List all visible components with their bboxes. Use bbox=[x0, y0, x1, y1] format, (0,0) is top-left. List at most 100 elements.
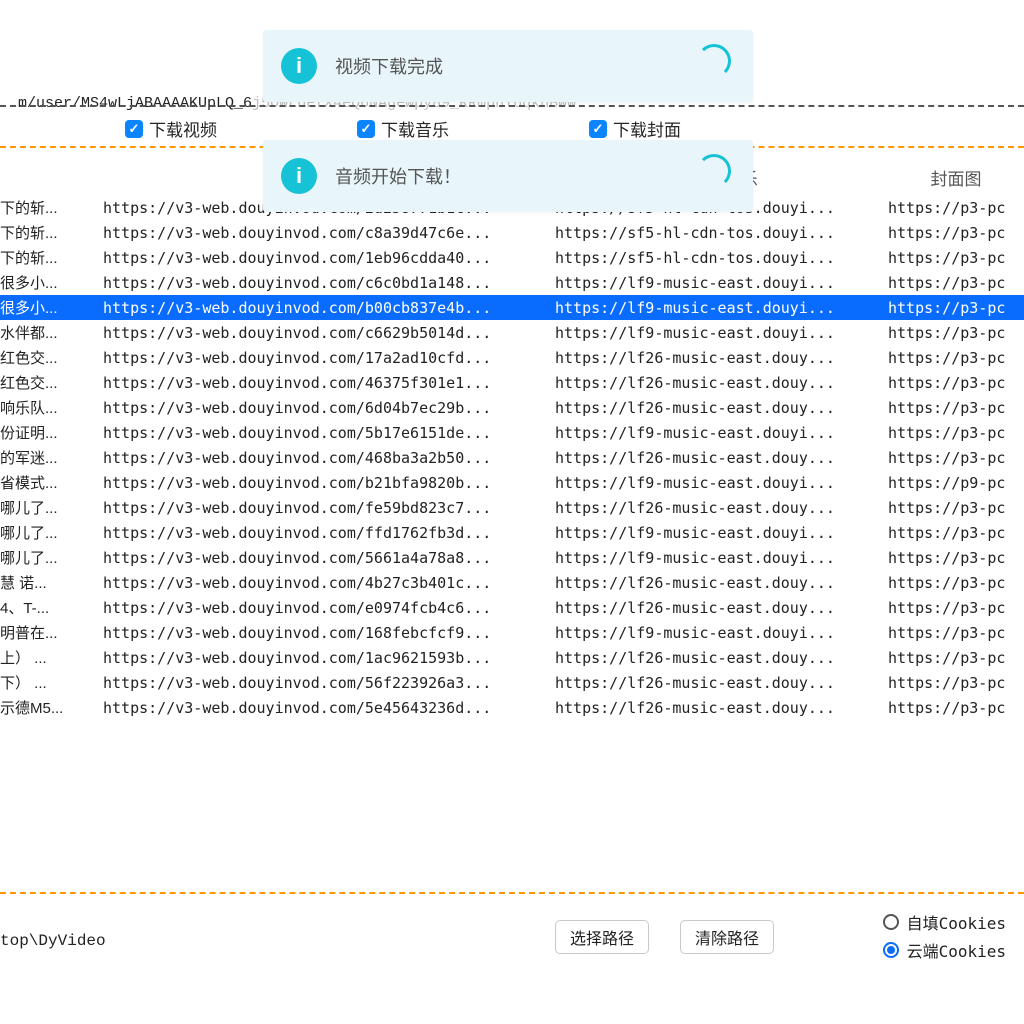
cell-title: 红色交... bbox=[0, 347, 103, 368]
table-row[interactable]: 的军迷...https://v3-web.douyinvod.com/468ba… bbox=[0, 445, 1024, 470]
table-row[interactable]: 4、T-...https://v3-web.douyinvod.com/e097… bbox=[0, 595, 1024, 620]
radio-cloud-cookies[interactable]: 云端Cookies bbox=[883, 936, 1006, 964]
table-row[interactable]: 明普在...https://v3-web.douyinvod.com/168fe… bbox=[0, 620, 1024, 645]
table-row[interactable]: 下的斩...https://v3-web.douyinvod.com/1eb96… bbox=[0, 245, 1024, 270]
table-row[interactable]: 哪儿了...https://v3-web.douyinvod.com/5661a… bbox=[0, 545, 1024, 570]
table-row[interactable]: 下） ...https://v3-web.douyinvod.com/56f22… bbox=[0, 670, 1024, 695]
cell-video-url: https://v3-web.douyinvod.com/56f223926a3… bbox=[103, 674, 555, 692]
cell-cover-url: https://p3-pc bbox=[888, 249, 1024, 267]
cell-video-url: https://v3-web.douyinvod.com/b21bfa9820b… bbox=[103, 474, 555, 492]
table-row[interactable]: 水伴都...https://v3-web.douyinvod.com/c6629… bbox=[0, 320, 1024, 345]
cell-cover-url: https://p3-pc bbox=[888, 549, 1024, 567]
cell-title: 下的斩... bbox=[0, 247, 103, 268]
table-row[interactable]: 示德M5...https://v3-web.douyinvod.com/5e45… bbox=[0, 695, 1024, 720]
cell-audio-url: https://lf26-music-east.douy... bbox=[555, 674, 888, 692]
table-row[interactable]: 份证明...https://v3-web.douyinvod.com/5b17e… bbox=[0, 420, 1024, 445]
cell-audio-url: https://sf5-hl-cdn-tos.douyi... bbox=[555, 249, 888, 267]
cell-cover-url: https://p3-pc bbox=[888, 399, 1024, 417]
cell-video-url: https://v3-web.douyinvod.com/1eb96cdda40… bbox=[103, 249, 555, 267]
cell-video-url: https://v3-web.douyinvod.com/17a2ad10cfd… bbox=[103, 349, 555, 367]
toast-video-done: i 视频下载完成 bbox=[263, 30, 753, 102]
clear-path-button[interactable]: 清除路径 bbox=[680, 920, 774, 954]
cell-title: 的军迷... bbox=[0, 447, 103, 468]
cell-title: 哪儿了... bbox=[0, 547, 103, 568]
table-row[interactable]: 响乐队...https://v3-web.douyinvod.com/6d04b… bbox=[0, 395, 1024, 420]
header-cover: 封面图 bbox=[888, 165, 1024, 190]
cell-title: 4、T-... bbox=[0, 597, 103, 618]
cell-video-url: https://v3-web.douyinvod.com/fe59bd823c7… bbox=[103, 499, 555, 517]
table-row[interactable]: 下的斩...https://v3-web.douyinvod.com/c8a39… bbox=[0, 220, 1024, 245]
cell-title: 示德M5... bbox=[0, 697, 103, 718]
cell-video-url: https://v3-web.douyinvod.com/168febcfcf9… bbox=[103, 624, 555, 642]
cell-title: 哪儿了... bbox=[0, 522, 103, 543]
table-row[interactable]: 慧 诺...https://v3-web.douyinvod.com/4b27c… bbox=[0, 570, 1024, 595]
cell-audio-url: https://lf9-music-east.douyi... bbox=[555, 324, 888, 342]
table-body: 下的斩...https://v3-web.douyinvod.com/2d258… bbox=[0, 195, 1024, 720]
cell-cover-url: https://p3-pc bbox=[888, 424, 1024, 442]
cell-cover-url: https://p3-pc bbox=[888, 524, 1024, 542]
checkbox-icon: ✓ bbox=[125, 120, 143, 138]
cell-title: 很多小... bbox=[0, 297, 103, 318]
toast-audio-start: i 音频开始下载！ bbox=[263, 140, 753, 212]
cell-cover-url: https://p3-pc bbox=[888, 274, 1024, 292]
table-row[interactable]: 上） ...https://v3-web.douyinvod.com/1ac96… bbox=[0, 645, 1024, 670]
radio-custom-cookies[interactable]: 自填Cookies bbox=[883, 908, 1006, 936]
table-row[interactable]: 很多小...https://v3-web.douyinvod.com/c6c0b… bbox=[0, 270, 1024, 295]
cell-cover-url: https://p3-pc bbox=[888, 574, 1024, 592]
cell-title: 明普在... bbox=[0, 622, 103, 643]
cell-title: 哪儿了... bbox=[0, 497, 103, 518]
cell-video-url: https://v3-web.douyinvod.com/b00cb837e4b… bbox=[103, 299, 555, 317]
cell-audio-url: https://lf26-music-east.douy... bbox=[555, 499, 888, 517]
select-path-button[interactable]: 选择路径 bbox=[555, 920, 649, 954]
cell-title: 下） ... bbox=[0, 672, 103, 693]
cell-video-url: https://v3-web.douyinvod.com/c8a39d47c6e… bbox=[103, 224, 555, 242]
cell-audio-url: https://lf9-music-east.douyi... bbox=[555, 474, 888, 492]
toast-text: 音频开始下载！ bbox=[335, 163, 461, 189]
radio-on-icon bbox=[883, 942, 899, 958]
divider-top bbox=[0, 105, 1024, 107]
cell-audio-url: https://lf26-music-east.douy... bbox=[555, 399, 888, 417]
cell-cover-url: https://p3-pc bbox=[888, 599, 1024, 617]
cell-title: 上） ... bbox=[0, 647, 103, 668]
table-row[interactable]: 红色交...https://v3-web.douyinvod.com/17a2a… bbox=[0, 345, 1024, 370]
cell-title: 省模式... bbox=[0, 472, 103, 493]
cell-video-url: https://v3-web.douyinvod.com/1ac9621593b… bbox=[103, 649, 555, 667]
cell-title: 慧 诺... bbox=[0, 572, 103, 593]
check-download-video[interactable]: ✓下载视频 bbox=[125, 116, 217, 141]
cell-video-url: https://v3-web.douyinvod.com/468ba3a2b50… bbox=[103, 449, 555, 467]
cell-cover-url: https://p3-pc bbox=[888, 449, 1024, 467]
cell-video-url: https://v3-web.douyinvod.com/c6c0bd1a148… bbox=[103, 274, 555, 292]
table-row[interactable]: 省模式...https://v3-web.douyinvod.com/b21bf… bbox=[0, 470, 1024, 495]
cell-cover-url: https://p3-pc bbox=[888, 324, 1024, 342]
radio-off-icon bbox=[883, 914, 899, 930]
check-download-cover[interactable]: ✓下载封面 bbox=[589, 116, 681, 141]
table-row[interactable]: 哪儿了...https://v3-web.douyinvod.com/ffd17… bbox=[0, 520, 1024, 545]
bottom-panel: top\DyVideo 选择路径 清除路径 自填Cookies 云端Cookie… bbox=[0, 894, 1024, 974]
cell-audio-url: https://lf26-music-east.douy... bbox=[555, 699, 888, 717]
table-row[interactable]: 很多小...https://v3-web.douyinvod.com/b00cb… bbox=[0, 295, 1024, 320]
cell-audio-url: https://lf26-music-east.douy... bbox=[555, 599, 888, 617]
cell-cover-url: https://p3-pc bbox=[888, 699, 1024, 717]
download-options: ✓下载视频 ✓下载音乐 ✓下载封面 bbox=[0, 116, 1024, 141]
cell-title: 红色交... bbox=[0, 372, 103, 393]
spinner-icon bbox=[697, 44, 731, 78]
cell-video-url: https://v3-web.douyinvod.com/c6629b5014d… bbox=[103, 324, 555, 342]
check-download-music[interactable]: ✓下载音乐 bbox=[357, 116, 449, 141]
cell-audio-url: https://sf5-hl-cdn-tos.douyi... bbox=[555, 224, 888, 242]
info-icon: i bbox=[281, 48, 317, 84]
cell-video-url: https://v3-web.douyinvod.com/5661a4a78a8… bbox=[103, 549, 555, 567]
cell-cover-url: https://p3-pc bbox=[888, 224, 1024, 242]
cell-title: 下的斩... bbox=[0, 197, 103, 218]
cell-cover-url: https://p3-pc bbox=[888, 349, 1024, 367]
checkbox-icon: ✓ bbox=[357, 120, 375, 138]
table-row[interactable]: 哪儿了...https://v3-web.douyinvod.com/fe59b… bbox=[0, 495, 1024, 520]
cell-cover-url: https://p3-pc bbox=[888, 499, 1024, 517]
url-prefix: m/user/MS4wLjABAAAAKUpLQ_6 bbox=[18, 95, 252, 112]
cell-cover-url: https://p3-pc bbox=[888, 624, 1024, 642]
save-path: top\DyVideo bbox=[0, 932, 106, 950]
cell-video-url: https://v3-web.douyinvod.com/46375f301e1… bbox=[103, 374, 555, 392]
cell-video-url: https://v3-web.douyinvod.com/e0974fcb4c6… bbox=[103, 599, 555, 617]
cell-title: 响乐队... bbox=[0, 397, 103, 418]
cell-audio-url: https://lf9-music-east.douyi... bbox=[555, 274, 888, 292]
table-row[interactable]: 红色交...https://v3-web.douyinvod.com/46375… bbox=[0, 370, 1024, 395]
